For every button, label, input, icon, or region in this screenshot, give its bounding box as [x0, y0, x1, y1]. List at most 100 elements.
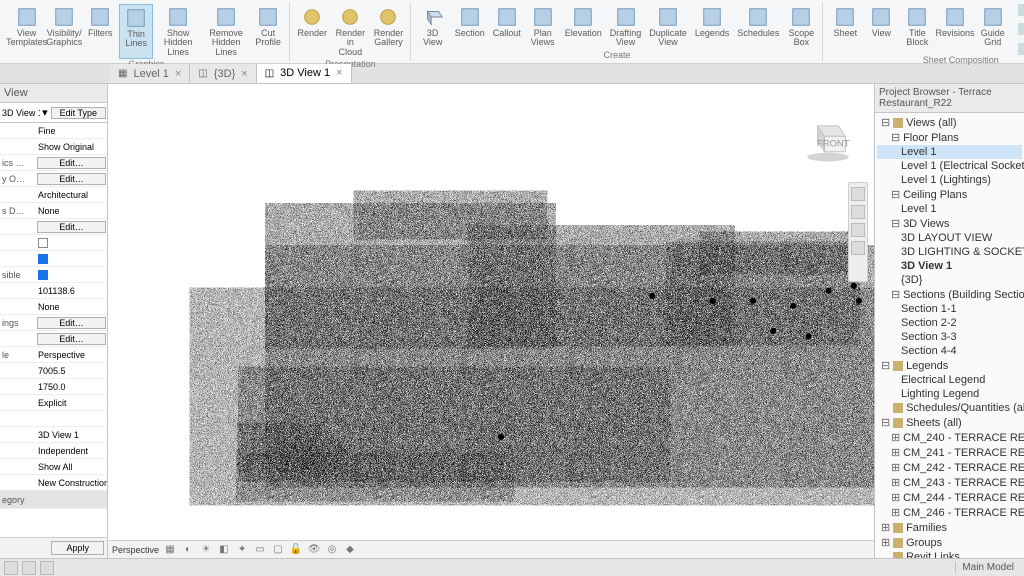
- tree-item[interactable]: 3D LAYOUT VIEW: [877, 231, 1022, 245]
- unlocked-icon[interactable]: 🔓: [289, 543, 303, 557]
- property-row[interactable]: sible: [0, 267, 107, 283]
- property-row[interactable]: Show Original: [0, 139, 107, 155]
- elevation-button[interactable]: Elevation: [562, 4, 605, 50]
- view-scale-label[interactable]: Perspective: [112, 543, 159, 557]
- filters-button[interactable]: Filters: [83, 4, 117, 59]
- tree-toggle-icon[interactable]: ⊟: [891, 217, 900, 230]
- property-edit-button[interactable]: Edit…: [37, 333, 106, 345]
- property-row[interactable]: s D…None: [0, 203, 107, 219]
- thin_lines-button[interactable]: Thin Lines: [119, 4, 153, 59]
- render_cloud-button[interactable]: Render in Cloud: [332, 4, 370, 59]
- nav-orbit-icon[interactable]: [851, 241, 865, 255]
- tree-item[interactable]: Schedules/Quantities (all): [877, 401, 1022, 415]
- shadows-icon[interactable]: ◧: [217, 543, 231, 557]
- navigation-bar[interactable]: [848, 182, 868, 282]
- tree-item[interactable]: ⊞ CM_246 - TERRACE RESTAURANT -: [877, 505, 1022, 520]
- tree-item[interactable]: ⊞ CM_242 - TERRACE RESTAURANT -: [877, 460, 1022, 475]
- tree-item[interactable]: {3D}: [877, 273, 1022, 287]
- tree-toggle-icon[interactable]: ⊞: [891, 446, 900, 459]
- checkbox-icon[interactable]: [38, 270, 48, 280]
- tree-item[interactable]: 3D View 1: [877, 259, 1022, 273]
- edit-type-button[interactable]: Edit Type: [51, 107, 106, 119]
- view-canvas[interactable]: FRONT Perspective ▦ ◐ ☀ ◧ ✦ ▭ ▢ 🔓 👁 ◎ ◆: [108, 84, 874, 558]
- tree-item[interactable]: ⊟ Sections (Building Section): [877, 287, 1022, 302]
- tree-item[interactable]: Level 1: [877, 145, 1022, 159]
- visibility_graphics-button[interactable]: Visibility/ Graphics: [47, 4, 81, 59]
- tree-toggle-icon[interactable]: ⊟: [891, 288, 900, 301]
- schedules-button[interactable]: Schedules: [734, 4, 782, 50]
- tree-toggle-icon[interactable]: ⊟: [891, 188, 900, 201]
- doc-tab[interactable]: ◫{3D}×: [190, 64, 256, 83]
- property-row[interactable]: y O…Edit…: [0, 171, 107, 187]
- sb-editreq-icon[interactable]: [22, 561, 36, 575]
- nav-wheel-icon[interactable]: [851, 187, 865, 201]
- sun-path-icon[interactable]: ☀: [199, 543, 213, 557]
- tree-toggle-icon[interactable]: ⊟: [881, 116, 890, 129]
- section-button[interactable]: Section: [452, 4, 488, 50]
- tree-item[interactable]: ⊟ Ceiling Plans: [877, 187, 1022, 202]
- show_hidden-button[interactable]: Show Hidden Lines: [155, 4, 201, 59]
- property-row[interactable]: 7005.5: [0, 363, 107, 379]
- rendering-icon[interactable]: ✦: [235, 543, 249, 557]
- tree-item[interactable]: ⊞ Families: [877, 520, 1022, 535]
- tree-item[interactable]: Section 3-3: [877, 330, 1022, 344]
- sb-designopt-icon[interactable]: [40, 561, 54, 575]
- tree-item[interactable]: ⊞ CM_241 - TERRACE RESTAURANT -: [877, 445, 1022, 460]
- tree-toggle-icon[interactable]: ⊟: [881, 359, 890, 372]
- property-row[interactable]: None: [0, 299, 107, 315]
- tree-toggle-icon[interactable]: ⊞: [881, 536, 890, 549]
- tree-item[interactable]: 3D LIGHTING & SOCKET LAYOU: [877, 245, 1022, 259]
- tree-item[interactable]: ⊟ Floor Plans: [877, 130, 1022, 145]
- property-row[interactable]: [0, 411, 107, 427]
- crop-region-icon[interactable]: ▢: [271, 543, 285, 557]
- property-row[interactable]: ingsEdit…: [0, 315, 107, 331]
- callout-button[interactable]: Callout: [490, 4, 524, 50]
- property-row[interactable]: Fine: [0, 123, 107, 139]
- property-row[interactable]: Edit…: [0, 219, 107, 235]
- duplicate_view-button[interactable]: Duplicate View: [646, 4, 690, 50]
- property-row[interactable]: ics …Edit…: [0, 155, 107, 171]
- property-row[interactable]: Architectural: [0, 187, 107, 203]
- view_ref-button[interactable]: View Reference: [1016, 17, 1024, 41]
- reveal-hidden-icon[interactable]: ◎: [325, 543, 339, 557]
- guide_grid-button[interactable]: Guide Grid: [976, 4, 1010, 55]
- checkbox-icon[interactable]: [38, 254, 48, 264]
- nav-zoom-icon[interactable]: [851, 223, 865, 237]
- tree-item[interactable]: ⊟ Sheets (all): [877, 415, 1022, 430]
- property-row[interactable]: 3D View 1: [0, 427, 107, 443]
- property-row[interactable]: Independent: [0, 443, 107, 459]
- revisions-button[interactable]: Revisions: [936, 4, 973, 55]
- visual-style-icon[interactable]: ◐: [181, 543, 195, 557]
- tree-toggle-icon[interactable]: ⊞: [891, 506, 900, 519]
- tree-item[interactable]: ⊟ Views (all): [877, 115, 1022, 130]
- close-icon[interactable]: ×: [336, 67, 342, 79]
- apply-button[interactable]: Apply: [51, 541, 104, 555]
- close-icon[interactable]: ×: [241, 68, 247, 80]
- close-icon[interactable]: ×: [175, 68, 181, 80]
- property-row[interactable]: [0, 251, 107, 267]
- property-row[interactable]: Show All: [0, 459, 107, 475]
- matchline-button[interactable]: Matchline: [1016, 4, 1024, 16]
- tree-item[interactable]: ⊞ Groups: [877, 535, 1022, 550]
- tree-toggle-icon[interactable]: ⊞: [891, 476, 900, 489]
- render_gallery-button[interactable]: Render Gallery: [371, 4, 405, 59]
- tree-item[interactable]: Level 1 (Lightings): [877, 173, 1022, 187]
- doc-tab[interactable]: ◫3D View 1×: [257, 64, 352, 83]
- nav-pan-icon[interactable]: [851, 205, 865, 219]
- tree-toggle-icon[interactable]: ⊞: [891, 491, 900, 504]
- tree-item[interactable]: Level 1: [877, 202, 1022, 216]
- checkbox-icon[interactable]: [38, 238, 48, 248]
- cut_profile-button[interactable]: Cut Profile: [251, 4, 285, 59]
- properties-type-selector[interactable]: 3D View 1 ▾ Edit Type: [0, 103, 107, 123]
- tree-item[interactable]: ⊟ 3D Views: [877, 216, 1022, 231]
- property-edit-button[interactable]: Edit…: [37, 317, 106, 329]
- tree-toggle-icon[interactable]: ⊟: [881, 416, 890, 429]
- viewcube[interactable]: FRONT: [802, 112, 854, 164]
- tree-toggle-icon[interactable]: ⊟: [891, 131, 900, 144]
- viewports-button[interactable]: Viewports ▾: [1016, 42, 1024, 55]
- property-row[interactable]: 101138.6: [0, 283, 107, 299]
- worksharing-icon[interactable]: ◆: [343, 543, 357, 557]
- property-row[interactable]: lePerspective: [0, 347, 107, 363]
- tree-item[interactable]: Revit Links: [877, 550, 1022, 558]
- tree-item[interactable]: ⊞ CM_244 - TERRACE RESTAURANT -: [877, 490, 1022, 505]
